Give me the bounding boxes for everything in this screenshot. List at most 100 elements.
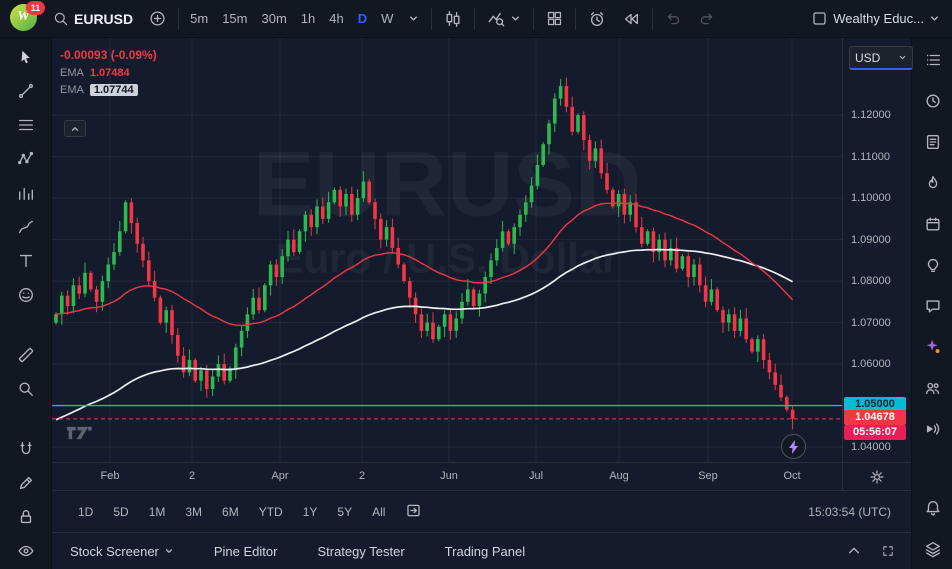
divider: [474, 7, 476, 30]
symbol-search-button[interactable]: EURUSD: [46, 5, 140, 33]
expand-panel-up-icon[interactable]: [847, 544, 861, 558]
hide-drawings-button[interactable]: [13, 542, 39, 560]
time-axis-label: 2: [188, 470, 196, 482]
trend-line-tool-button[interactable]: [13, 82, 39, 100]
rewind-icon: [625, 13, 639, 24]
create-alert-button[interactable]: [581, 5, 613, 33]
quick-trade-button[interactable]: [781, 434, 806, 459]
magnet-tool-button[interactable]: [13, 440, 39, 458]
alert-clock-icon: [925, 94, 940, 108]
timeframe-30m[interactable]: 30m: [255, 5, 292, 33]
notifications-button[interactable]: [921, 498, 945, 518]
cursor-tool-button[interactable]: [13, 48, 39, 66]
divider: [178, 7, 180, 30]
price-tick: 1.04000: [851, 441, 891, 454]
price-tick: 1.07000: [851, 316, 891, 329]
chat-button[interactable]: [921, 296, 945, 316]
collapse-legend-button[interactable]: [64, 120, 86, 137]
alerts-button[interactable]: [921, 91, 945, 111]
timeframe-5m[interactable]: 5m: [184, 5, 214, 33]
news-button[interactable]: [921, 132, 945, 152]
chart-plot-area[interactable]: EURUSD Euro / U.S. Dollar -0.00093 (-0.0…: [52, 38, 842, 462]
range-1y-button[interactable]: 1Y: [295, 502, 326, 522]
range-all-button[interactable]: All: [364, 502, 393, 522]
timeframe-4h[interactable]: 4h: [323, 5, 349, 33]
range-3m-button[interactable]: 3M: [177, 502, 210, 522]
go-to-date-button[interactable]: [397, 499, 430, 525]
range-1d-button[interactable]: 1D: [70, 502, 101, 522]
range-6m-button[interactable]: 6M: [214, 502, 247, 522]
bar-replay-button[interactable]: [615, 5, 647, 33]
tab-trading-panel-label: Trading Panel: [444, 543, 526, 559]
redo-button[interactable]: [691, 5, 722, 33]
chart-settings-button[interactable]: [842, 463, 911, 491]
forecast-bars-icon: [18, 187, 33, 200]
fib-retracement-tool-button[interactable]: [13, 116, 39, 134]
tab-trading-panel[interactable]: Trading Panel: [445, 544, 525, 559]
hotlists-button[interactable]: [921, 173, 945, 193]
flame-icon: [928, 176, 937, 189]
edit-tool-button[interactable]: [13, 474, 39, 492]
xabcd-pattern-icon: [17, 151, 33, 165]
tab-pine-editor-label: Pine Editor: [213, 543, 278, 559]
tab-pine-editor[interactable]: Pine Editor: [214, 544, 278, 559]
tradingview-logo-icon: [66, 426, 92, 440]
chevron-down-icon: [512, 16, 520, 21]
timeframe-15m[interactable]: 15m: [216, 5, 253, 33]
text-tool-button[interactable]: [13, 252, 39, 270]
timeframe-1w[interactable]: W: [375, 5, 399, 33]
tab-strategy-tester[interactable]: Strategy Tester: [317, 544, 404, 559]
last-price-label: 1.04678: [844, 409, 906, 425]
zoom-tool-button[interactable]: [13, 380, 39, 398]
ai-assistant-button[interactable]: [921, 337, 945, 357]
price-tick: 1.11000: [851, 150, 890, 163]
range-5y-button[interactable]: 5Y: [329, 502, 360, 522]
range-5d-button[interactable]: 5D: [105, 502, 136, 522]
ruler-icon: [18, 347, 33, 363]
chart-style-button[interactable]: [437, 5, 469, 33]
pattern-tool-button[interactable]: [13, 150, 39, 168]
top-toolbar: W 11 EURUSD 5m 15m 30m 1h 4h D W Wealthy…: [0, 0, 952, 38]
compare-add-button[interactable]: [142, 5, 173, 33]
broadcast-button[interactable]: [921, 419, 945, 439]
indicators-button[interactable]: [480, 5, 528, 33]
brush-tool-button[interactable]: [13, 218, 39, 236]
chevron-down-icon: [165, 549, 172, 553]
calendar-button[interactable]: [921, 214, 945, 234]
price-axis[interactable]: USD 1.12000 1.11000 1.10000 1.09000 1.08000 1…: [842, 38, 913, 462]
app-logo[interactable]: W 11: [10, 0, 45, 34]
watchlist-button[interactable]: [921, 50, 945, 70]
lock-drawings-button[interactable]: [13, 508, 39, 526]
layout-grid-button[interactable]: [539, 5, 570, 33]
object-tree-button[interactable]: [921, 539, 945, 559]
price-chart-canvas[interactable]: [52, 38, 842, 462]
layout-name: Wealthy Educ...: [833, 11, 924, 26]
ideas-button[interactable]: [921, 255, 945, 275]
range-1m-button[interactable]: 1M: [141, 502, 174, 522]
magnifier-icon: [18, 382, 33, 396]
utc-clock[interactable]: 15:03:54 (UTC): [808, 505, 891, 519]
divider: [652, 7, 654, 30]
prediction-tool-button[interactable]: [13, 184, 39, 202]
time-axis-label: 2: [358, 470, 366, 482]
fullscreen-icon[interactable]: [881, 544, 895, 558]
tradingview-logo[interactable]: [66, 424, 96, 445]
range-ytd-button[interactable]: YTD: [251, 502, 291, 522]
tab-stock-screener[interactable]: Stock Screener: [70, 544, 174, 559]
save-layout-button[interactable]: Wealthy Educ...: [804, 5, 947, 33]
timeframe-menu-button[interactable]: [401, 5, 426, 33]
time-axis-label: Jul: [528, 470, 544, 482]
timeframe-1h[interactable]: 1h: [295, 5, 321, 33]
undo-button[interactable]: [658, 5, 689, 33]
undo-arrow-icon: [668, 13, 680, 25]
tab-stock-screener-label: Stock Screener: [70, 543, 159, 559]
chevron-up-icon: [71, 126, 79, 131]
emoji-tool-button[interactable]: [13, 286, 39, 304]
fib-lines-icon: [18, 119, 33, 131]
streams-button[interactable]: [921, 378, 945, 398]
bottom-panel-tabs: Stock Screener Pine Editor Strategy Test…: [52, 532, 911, 569]
currency-selector[interactable]: USD: [849, 46, 913, 70]
time-axis[interactable]: Feb 2 Apr 2 Jun Jul Aug Sep Oct: [52, 463, 842, 490]
timeframe-1d[interactable]: D: [352, 5, 373, 33]
measure-tool-button[interactable]: [13, 346, 39, 364]
